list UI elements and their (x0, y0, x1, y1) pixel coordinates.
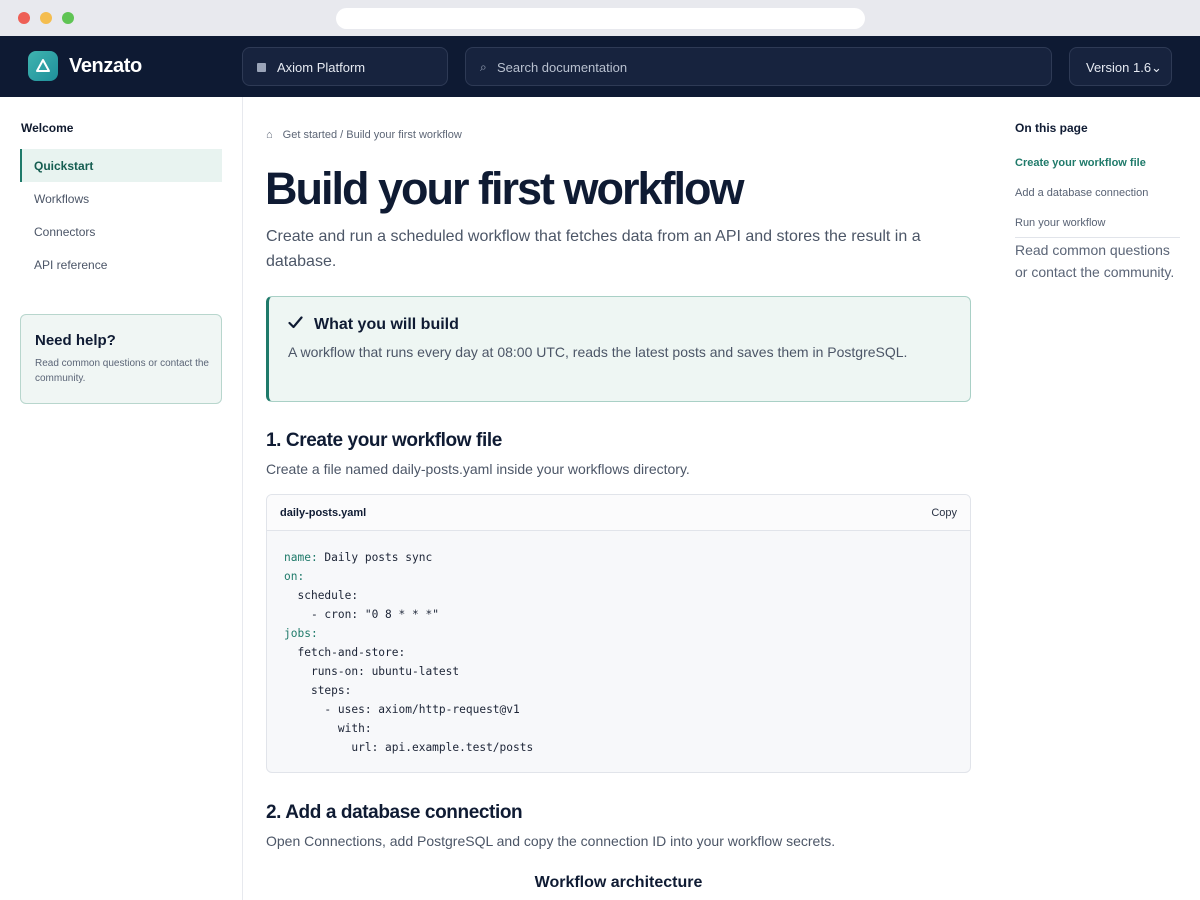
code-line: runs-on: ubuntu-latest (284, 662, 533, 681)
search-input[interactable]: ⌕ Search documentation (465, 47, 1052, 86)
sidebar-item-workflows[interactable]: Workflows (20, 182, 222, 215)
minimize-window-button[interactable] (40, 12, 52, 24)
code-line: on: (284, 567, 533, 586)
code-key: on: (284, 570, 305, 583)
help-text: Read common questions or contact the com… (35, 358, 209, 384)
table-of-contents: On this page Create your workflow file A… (994, 97, 1200, 900)
breadcrumb-text[interactable]: Get started / Build your first workflow (283, 129, 462, 141)
home-icon[interactable]: ⌂ (266, 129, 273, 141)
code-value: - cron: "0 8 * * *" (310, 608, 439, 621)
code-value: Daily posts sync (317, 551, 433, 564)
section-text-create-workflow-file: Create a file named daily-posts.yaml ins… (266, 461, 690, 477)
toc-heading: On this page (1015, 121, 1088, 135)
code-value: runs-on: ubuntu-latest (310, 665, 460, 678)
maximize-window-button[interactable] (62, 12, 74, 24)
section-heading-create-workflow-file: 1. Create your workflow file (266, 430, 502, 451)
code-filename: daily-posts.yaml (280, 507, 367, 519)
help-card[interactable]: Need help? Read common questions or cont… (20, 314, 222, 404)
top-navigation: Venzato Axiom Platform ⌕ Search document… (0, 36, 1200, 97)
code-value: - uses: axiom/http-request@v1 (324, 703, 520, 716)
section-text-add-database-connection: Open Connections, add PostgreSQL and cop… (266, 833, 836, 849)
code-key: name: (284, 551, 318, 564)
brand-name[interactable]: Venzato (69, 55, 142, 78)
platform-icon (257, 63, 266, 72)
what-you-will-build-callout: What you will build A workflow that runs… (266, 296, 971, 402)
toc-help-note: Read common questions or contact the com… (1015, 242, 1175, 280)
code-line: jobs: (284, 624, 533, 643)
code-content[interactable]: name: Daily posts sync on: schedule: - cr… (284, 548, 533, 757)
callout-text: A workflow that runs every day at 08:00 … (288, 344, 908, 360)
address-bar[interactable] (336, 8, 865, 29)
sidebar-item-api-reference[interactable]: API reference (20, 248, 222, 281)
triangle-icon (36, 59, 50, 72)
toc-item-run-workflow[interactable]: Run your workflow (1015, 217, 1105, 229)
code-line: - uses: axiom/http-request@v1 (284, 700, 533, 719)
code-value: steps: (310, 684, 352, 697)
toc-item-add-database-connection[interactable]: Add a database connection (1015, 187, 1148, 199)
code-line: steps: (284, 681, 533, 700)
chevron-down-icon: ⌄ (1151, 60, 1162, 75)
code-line: fetch-and-store: (284, 643, 533, 662)
platform-selector[interactable]: Axiom Platform (242, 47, 448, 86)
toc-divider (1015, 237, 1180, 238)
search-placeholder: Search documentation (497, 60, 628, 75)
sidebar-item-quickstart[interactable]: Quickstart (20, 149, 222, 182)
page-lead: Create and run a scheduled workflow that… (266, 228, 921, 270)
code-line: - cron: "0 8 * * *" (284, 605, 533, 624)
code-value: fetch-and-store: (297, 646, 406, 659)
code-line: name: Daily posts sync (284, 548, 533, 567)
toc-item-create-workflow-file[interactable]: Create your workflow file (1015, 157, 1146, 169)
code-line: url: api.example.test/posts (284, 738, 533, 757)
code-value: url: api.example.test/posts (351, 741, 534, 754)
close-window-button[interactable] (18, 12, 30, 24)
sidebar-item-connectors[interactable]: Connectors (20, 215, 222, 248)
check-icon (288, 316, 307, 334)
platform-label: Axiom Platform (277, 60, 366, 75)
code-header: daily-posts.yaml Copy (267, 495, 970, 531)
page-title: Build your first workflow (265, 163, 745, 214)
section-heading-add-database-connection: 2. Add a database connection (266, 802, 523, 823)
code-block: daily-posts.yaml Copy name: Daily posts … (266, 494, 971, 773)
version-label: Version 1.6 (1086, 60, 1152, 75)
code-line: schedule: (284, 586, 533, 605)
code-key: jobs: (284, 627, 318, 640)
callout-title: What you will build (314, 316, 459, 333)
code-line: with: (284, 719, 533, 738)
search-icon: ⌕ (480, 60, 487, 74)
code-value: schedule: (297, 589, 359, 602)
code-value: with: (337, 722, 372, 735)
main-content: ⌂ Get started / Build your first workflow… (243, 97, 994, 900)
version-selector[interactable]: Version 1.6⌄ (1069, 47, 1172, 86)
diagram-title: Workflow architecture (534, 874, 703, 891)
sidebar: Welcome Quickstart Workflows Connectors … (0, 97, 243, 900)
browser-chrome (0, 0, 1200, 36)
help-title: Need help? (35, 332, 116, 349)
sidebar-heading: Welcome (21, 121, 74, 135)
copy-button[interactable]: Copy (931, 507, 957, 519)
breadcrumb: ⌂ Get started / Build your first workflow (266, 129, 462, 141)
logo-icon[interactable] (28, 51, 58, 81)
